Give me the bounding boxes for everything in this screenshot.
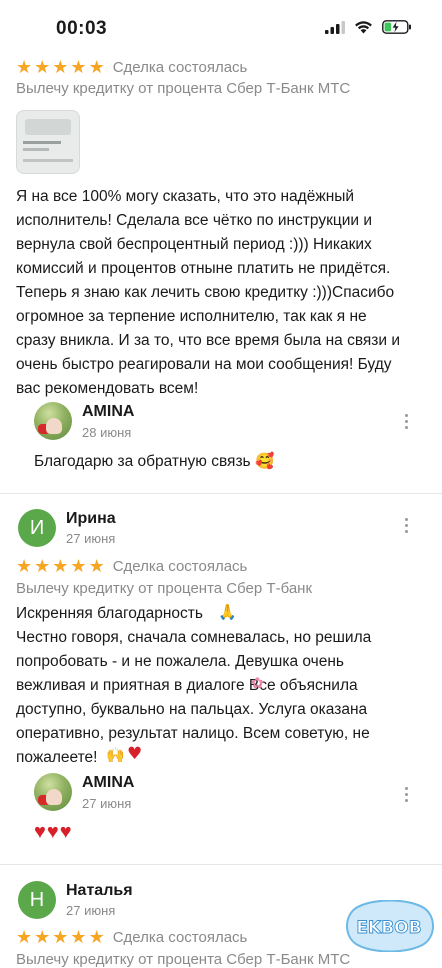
star-rating: ★ ★ ★ ★ ★ xyxy=(16,58,105,76)
review-date: 27 июня xyxy=(66,531,116,546)
reply-date: 27 июня xyxy=(82,796,132,811)
deal-status: Сделка состоялась xyxy=(112,557,248,575)
star-rating: ★ ★ ★ ★ ★ xyxy=(16,557,105,575)
review-text: Искренняя благодарность Честно говоря, с… xyxy=(16,605,372,766)
star-icon: ★ xyxy=(88,57,105,77)
star-icon: ★ xyxy=(16,927,33,947)
star-icon: ★ xyxy=(52,57,69,77)
star-icon: ★ xyxy=(70,57,87,77)
star-icon: ★ xyxy=(70,927,87,947)
reply-hearts: ♥♥♥ xyxy=(34,821,73,843)
star-icon: ★ xyxy=(88,927,105,947)
seller-avatar xyxy=(34,773,72,811)
attachment-thumbnail[interactable] xyxy=(16,110,80,174)
red-heart-icon: ♥ xyxy=(127,744,143,764)
watermark-text: EKBOB xyxy=(356,918,421,938)
deal-status: Сделка состоялась xyxy=(112,58,248,76)
reviewer-name: Наталья xyxy=(66,882,133,899)
more-options-icon[interactable] xyxy=(398,783,414,805)
review1-rating-row: ★ ★ ★ ★ ★ Сделка состоялась xyxy=(16,58,247,76)
divider xyxy=(0,864,442,865)
star-icon: ★ xyxy=(52,927,69,947)
reply-text: Благодарю за обратную связь 🥰 xyxy=(34,452,274,471)
divider xyxy=(0,493,442,494)
status-bar: 00:03 xyxy=(0,0,442,54)
star-icon: ★ xyxy=(88,556,105,576)
more-options-icon[interactable] xyxy=(398,514,414,536)
reviewer-avatar: Н xyxy=(18,881,56,919)
folded-hands-icon: 🙏 xyxy=(218,603,237,621)
ekbob-watermark-logo: EKBOB xyxy=(346,900,434,952)
star-icon: ★ xyxy=(34,57,51,77)
star-icon: ★ xyxy=(52,556,69,576)
review2-rating-row: ★ ★ ★ ★ ★ Сделка состоялась xyxy=(16,557,247,575)
star-icon: ★ xyxy=(34,927,51,947)
reply-author-name: AMINA xyxy=(82,403,135,420)
raised-hands-icon: 🙌 xyxy=(106,746,125,764)
reply-author-name: AMINA xyxy=(82,774,135,791)
service-name[interactable]: Вылечу кредитку от процента Сбер Т-банк xyxy=(16,580,312,597)
star-rating: ★ ★ ★ ★ ★ xyxy=(16,928,105,946)
star-icon: ★ xyxy=(16,556,33,576)
status-time: 00:03 xyxy=(56,18,108,39)
review-date: 27 июня xyxy=(66,903,116,918)
review-text: Я на все 100% могу сказать, что это надё… xyxy=(16,188,401,397)
battery-charging-icon xyxy=(382,20,411,34)
wifi-icon xyxy=(355,21,372,34)
star-icon: ★ xyxy=(16,57,33,77)
deal-status: Сделка состоялась xyxy=(112,928,248,946)
reply-date: 28 июня xyxy=(82,425,132,440)
reviewer-avatar: И xyxy=(18,509,56,547)
service-name[interactable]: Вылечу кредитку от процента Сбер Т-Банк … xyxy=(16,80,350,97)
cellular-signal-icon xyxy=(325,20,345,34)
more-options-icon[interactable] xyxy=(398,410,414,432)
blossom-icon: ✿ xyxy=(251,674,264,692)
status-icons xyxy=(325,20,412,34)
reviewer-name: Ирина xyxy=(66,510,116,527)
smiling-face-with-hearts-icon: 🥰 xyxy=(254,452,275,470)
reply-text-content: Благодарю за обратную связь xyxy=(34,453,251,470)
review3-rating-row: ★ ★ ★ ★ ★ Сделка состоялась xyxy=(16,928,247,946)
star-icon: ★ xyxy=(70,556,87,576)
star-icon: ★ xyxy=(34,556,51,576)
seller-avatar xyxy=(34,402,72,440)
